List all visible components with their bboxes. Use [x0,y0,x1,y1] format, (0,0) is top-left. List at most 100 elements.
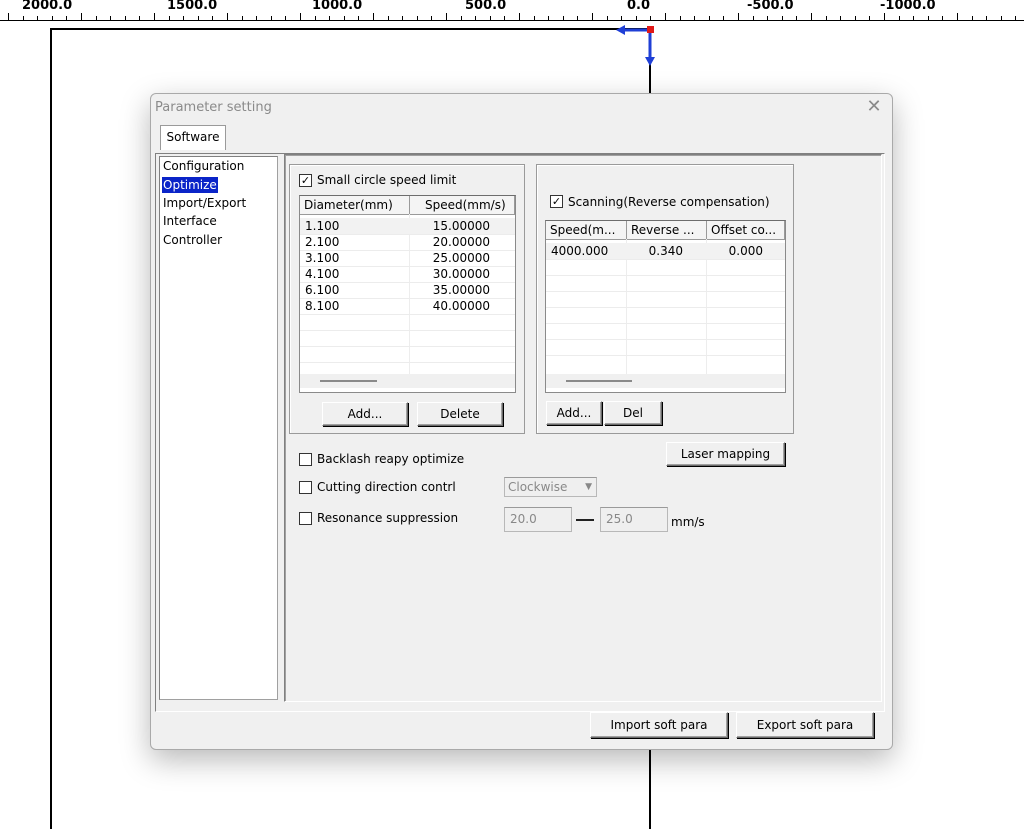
column-header-speed[interactable]: Speed(mm/s) [410,196,515,214]
ruler-tick [37,16,38,20]
tab-software[interactable]: Software [160,125,226,150]
cutting-direction-checkbox[interactable] [299,481,312,494]
table-row[interactable]: 4000.000 0.340 0.000 [546,243,785,260]
small-circle-group: ✓ Small circle speed limit Diameter(mm) … [289,164,525,434]
backlash-label: Backlash reapy optimize [317,452,465,466]
delete-scanning-button[interactable]: Del [604,401,662,425]
ruler-tick [417,16,418,20]
backlash-checkbox[interactable] [299,453,312,466]
column-header-reverse[interactable]: Reverse ... [627,221,707,239]
ruler-tick [811,13,812,20]
ruler-label: 2000.0 [22,0,73,13]
range-separator [576,519,594,521]
offset-cell: 0.000 [728,244,763,258]
speed-cell: 20.00000 [432,235,490,249]
table-row-empty [300,346,515,363]
speed-cell: 35.00000 [432,283,490,297]
scanning-table[interactable]: Speed(m... Reverse ... Offset co... 4000… [545,220,786,393]
ruler-tick [855,16,856,20]
ruler-tick [723,16,724,20]
ruler-tick [198,16,199,20]
column-header-offset[interactable]: Offset co... [707,221,785,239]
small-circle-table[interactable]: Diameter(mm) Speed(mm/s) 1.100 15.00000 … [299,195,516,393]
scanning-checkbox[interactable]: ✓ [550,195,563,208]
scrollbar-thumb[interactable] [566,380,632,382]
diameter-cell: 6.100 [305,283,340,297]
laser-mapping-button[interactable]: Laser mapping [666,442,785,466]
ruler-tick [227,13,228,20]
nav-item-configuration[interactable]: Configuration [162,158,245,174]
ruler-tick [884,13,885,20]
reverse-cell: 0.340 [648,244,683,258]
ruler-tick [96,16,97,20]
table-row[interactable]: 8.100 40.00000 [300,298,515,315]
column-header-speed[interactable]: Speed(m... [546,221,627,239]
ruler-tick [738,13,739,20]
ruler-tick [125,16,126,20]
table-row-empty [546,275,785,292]
ruler-tick [373,13,374,20]
nav-item-controller[interactable]: Controller [162,232,223,248]
speed-cell: 40.00000 [432,299,490,313]
diameter-cell: 2.100 [305,235,340,249]
ruler-tick [110,16,111,20]
nav-item-optimize[interactable]: Optimize [162,177,218,193]
ruler-tick [344,16,345,20]
ruler-label: -500.0 [747,0,794,13]
ruler-tick [899,16,900,20]
ruler-tick [154,13,155,20]
ruler-tick [256,16,257,20]
diameter-cell: 4.100 [305,267,340,281]
add-diameter-button[interactable]: Add... [322,402,408,426]
ruler-tick [563,16,564,20]
horizontal-scrollbar[interactable] [546,374,785,388]
export-soft-para-button[interactable]: Export soft para [736,712,874,738]
ruler-tick [957,13,958,20]
import-soft-para-button[interactable]: Import soft para [590,712,728,738]
resonance-checkbox[interactable] [299,512,312,525]
ruler-tick [242,16,243,20]
canvas-frame-top [50,28,650,30]
resonance-max-input[interactable]: 25.0 [600,507,668,532]
settings-nav-list: Configuration Optimize Import/Export Int… [159,156,278,700]
table-row-empty [546,323,785,340]
scrollbar-thumb[interactable] [320,380,377,382]
origin-marker [647,26,654,33]
nav-item-import-export[interactable]: Import/Export [162,195,247,211]
add-scanning-button[interactable]: Add... [546,401,602,425]
chevron-down-icon: ▼ [585,482,592,492]
cutting-direction-select[interactable]: Clockwise ▼ [504,477,597,497]
close-icon[interactable]: ✕ [864,97,884,117]
ruler-label: 1500.0 [167,0,218,13]
ruler-label: 1000.0 [312,0,363,13]
table-row-empty [546,307,785,324]
nav-item-interface[interactable]: Interface [162,213,218,229]
ruler-tick [680,16,681,20]
diameter-cell: 1.100 [305,219,340,233]
table-row[interactable]: 6.100 35.00000 [300,282,515,299]
table-row[interactable]: 3.100 25.00000 [300,250,515,267]
table-row[interactable]: 1.100 15.00000 [300,218,515,235]
ruler-tick [81,13,82,20]
table-row[interactable]: 2.100 20.00000 [300,234,515,251]
ruler-tick [490,16,491,20]
origin-axis-icon [616,25,655,66]
ruler-tick [592,13,593,20]
column-header-diameter[interactable]: Diameter(mm) [300,196,410,214]
ruler-tick [139,16,140,20]
ruler-tick [358,16,359,20]
delete-diameter-button[interactable]: Delete [417,402,503,426]
ruler-tick [972,16,973,20]
resonance-min-input[interactable]: 20.0 [504,507,572,532]
speed-cell: 30.00000 [432,267,490,281]
ruler-tick [694,16,695,20]
ruler-tick [271,16,272,20]
horizontal-scrollbar[interactable] [300,374,515,388]
ruler-tick [869,16,870,20]
ruler-tick [388,16,389,20]
small-circle-checkbox[interactable]: ✓ [299,174,312,187]
dialog-title: Parameter setting [155,100,272,115]
table-row[interactable]: 4.100 30.00000 [300,266,515,283]
ruler-tick [826,16,827,20]
ruler-tick [475,16,476,20]
